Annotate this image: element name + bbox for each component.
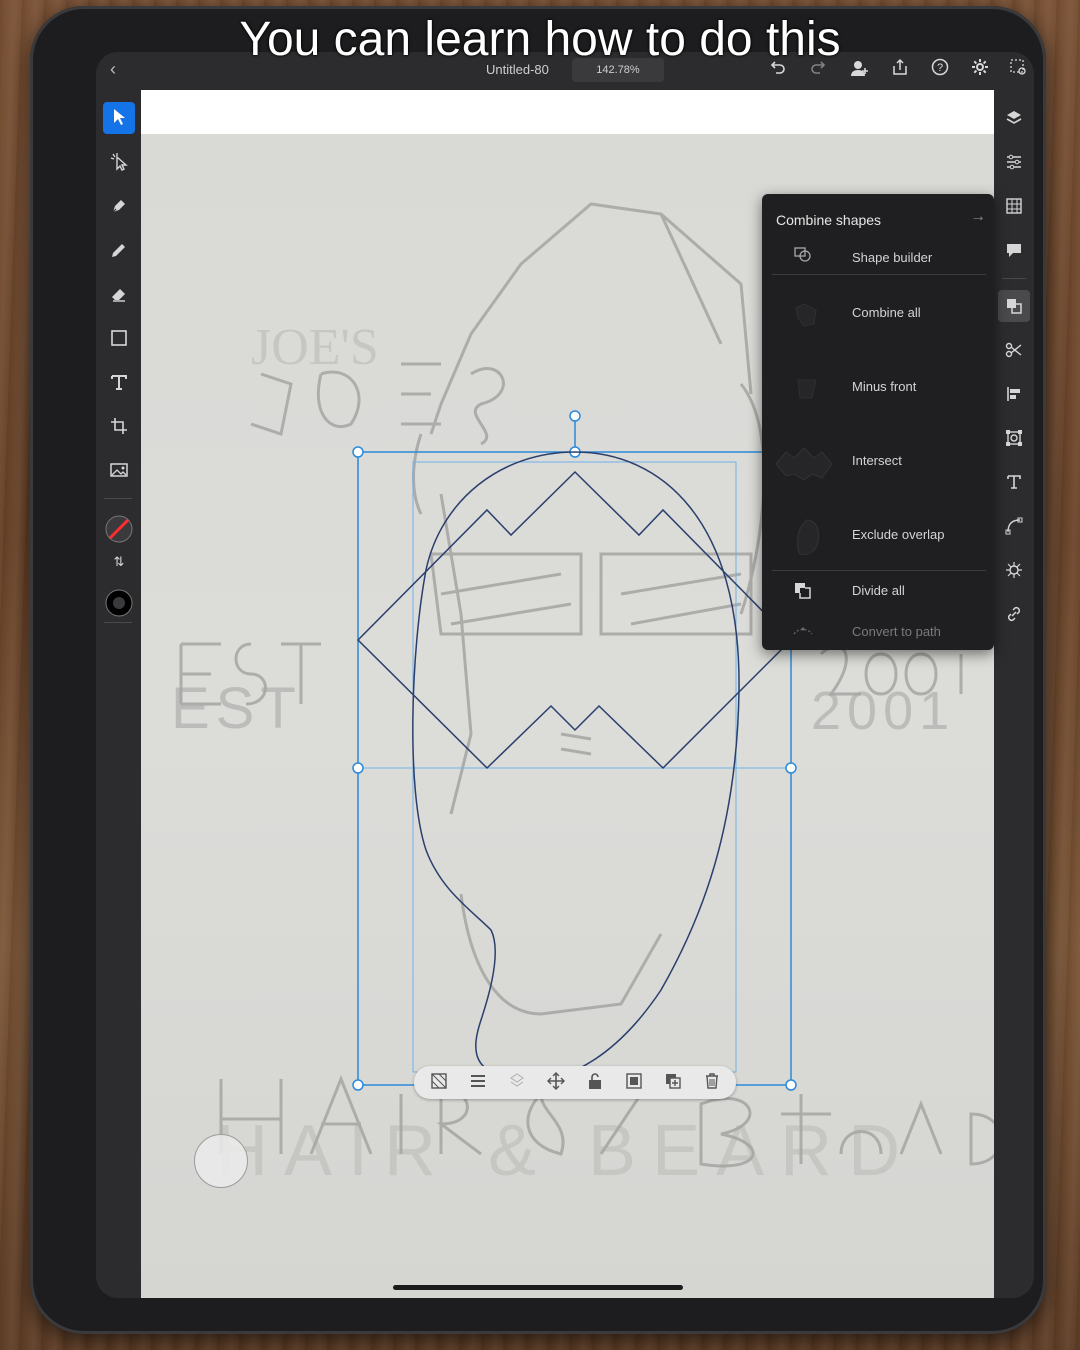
resize-handle-r[interactable] [785, 762, 797, 774]
divide-all-label: Divide all [852, 583, 905, 598]
sketch-text-bottom: HAIR & BEARD [216, 1111, 917, 1191]
shape-builder-label: Shape builder [852, 250, 933, 265]
panel-divider [772, 570, 986, 571]
touch-indicator [194, 1134, 248, 1188]
type-icon[interactable] [998, 466, 1030, 498]
exclude-overlap-label: Exclude overlap [852, 527, 945, 542]
sketch-text-left: EST [171, 676, 302, 741]
intersect-item[interactable]: Intersect [762, 434, 994, 490]
convert-to-path-icon [792, 620, 818, 646]
divide-all-icon [792, 580, 818, 606]
swap-colors-icon[interactable]: ⇅ [103, 546, 135, 578]
rotate-handle[interactable] [569, 410, 581, 422]
intersect-label: Intersect [852, 453, 902, 468]
combine-all-item[interactable]: Combine all [762, 286, 994, 342]
select-icon[interactable] [103, 102, 135, 134]
path-icon[interactable] [998, 510, 1030, 542]
crop-icon[interactable] [103, 410, 135, 442]
resize-handle-bl[interactable] [352, 1079, 364, 1091]
context-toolbar [414, 1066, 736, 1099]
lock-icon[interactable] [584, 1072, 606, 1094]
toolbar-divider [1002, 278, 1026, 279]
stroke-color-swatch[interactable] [103, 508, 135, 543]
panel-expand-icon[interactable]: → [970, 208, 986, 226]
panel-divider [772, 274, 986, 275]
align-menu-icon[interactable] [467, 1072, 489, 1094]
align-icon[interactable] [998, 378, 1030, 410]
transform-icon[interactable] [998, 422, 1030, 454]
fill-color-swatch[interactable] [103, 582, 135, 617]
toolbar-divider [104, 498, 132, 499]
move-icon[interactable] [545, 1072, 567, 1094]
pencil-icon[interactable] [103, 234, 135, 266]
swatches-icon[interactable] [998, 190, 1030, 222]
minus-front-label: Minus front [852, 379, 917, 394]
right-toolbar [994, 90, 1034, 1298]
rectangle-icon[interactable] [103, 322, 135, 354]
exclude-overlap-item[interactable]: Exclude overlap [762, 508, 994, 564]
resize-handle-l[interactable] [352, 762, 364, 774]
group-icon[interactable] [623, 1072, 645, 1094]
layers-icon[interactable] [998, 102, 1030, 134]
ipad-frame: ‹ Untitled-80 142.78% ? ⇅ JOE'S EST 2001… [30, 6, 1046, 1334]
combine-shapes-icon[interactable] [998, 290, 1030, 322]
convert-to-path-label: Convert to path [852, 624, 941, 639]
resize-handle-tl[interactable] [352, 446, 364, 458]
direct-select-icon[interactable] [103, 146, 135, 178]
pen-icon[interactable] [103, 190, 135, 222]
repeat-icon[interactable] [998, 554, 1030, 586]
combine-shapes-panel: Combine shapes → Shape builder Combine a… [762, 194, 994, 650]
mask-icon[interactable] [428, 1072, 450, 1094]
text-icon[interactable] [103, 366, 135, 398]
divide-all-item[interactable]: Divide all [762, 576, 994, 608]
properties-icon[interactable] [998, 146, 1030, 178]
sketch-text-right: 2001 [811, 681, 956, 741]
shape-builder-item[interactable]: Shape builder [762, 244, 994, 274]
convert-to-path-item[interactable]: Convert to path [762, 618, 994, 648]
duplicate-icon[interactable] [662, 1072, 684, 1094]
panel-title: Combine shapes [776, 212, 882, 228]
arrange-icon[interactable] [506, 1072, 528, 1094]
combine-all-icon [792, 300, 818, 327]
intersect-icon [774, 444, 834, 481]
minus-front-icon [792, 374, 818, 400]
app-screen: ‹ Untitled-80 142.78% ? ⇅ JOE'S EST 2001… [96, 52, 1034, 1298]
minus-front-item[interactable]: Minus front [762, 360, 994, 416]
shape-builder-icon [792, 244, 818, 270]
diamond-shape[interactable] [356, 470, 793, 770]
combine-all-label: Combine all [852, 305, 921, 320]
scissors-icon[interactable] [998, 334, 1030, 366]
exclude-overlap-icon [792, 518, 820, 555]
video-caption: You can learn how to do this [239, 13, 841, 66]
image-icon[interactable] [103, 454, 135, 486]
toolbar-divider [104, 622, 132, 623]
home-indicator[interactable] [393, 1285, 683, 1290]
resize-handle-br[interactable] [785, 1079, 797, 1091]
delete-icon[interactable] [701, 1072, 723, 1094]
eraser-icon[interactable] [103, 278, 135, 310]
beard-shape[interactable] [412, 451, 740, 1082]
left-toolbar: ⇅ [96, 90, 140, 1298]
comments-icon[interactable] [998, 234, 1030, 266]
link-icon[interactable] [998, 598, 1030, 630]
